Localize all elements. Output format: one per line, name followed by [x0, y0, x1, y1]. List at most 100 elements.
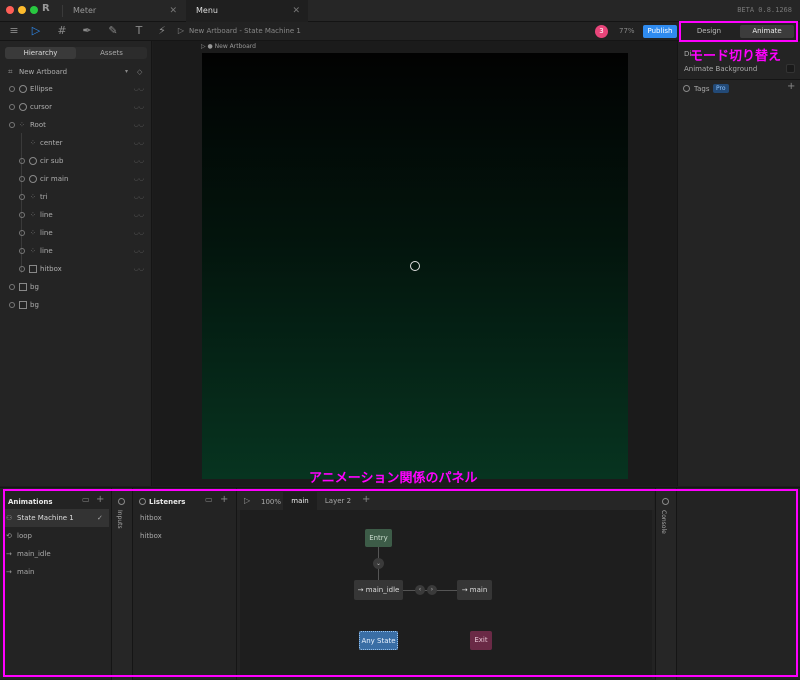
ellipse-icon — [29, 175, 37, 183]
ellipse-icon — [29, 157, 37, 165]
group-icon: ⁘ — [30, 229, 36, 237]
expand-icon[interactable] — [9, 122, 15, 128]
close-icon[interactable]: ✕ — [292, 0, 300, 22]
expand-icon[interactable] — [9, 302, 15, 308]
expand-icon[interactable] — [19, 176, 25, 182]
tag-icon[interactable]: ◇ — [137, 65, 142, 79]
item-label: line — [40, 229, 53, 237]
hierarchy-item[interactable]: ⁘ Root ◡◡ — [0, 118, 152, 132]
zoom-window-button[interactable] — [30, 6, 38, 14]
group-icon: ⁘ — [30, 139, 36, 147]
artboard-tool-icon[interactable]: # — [55, 23, 69, 39]
close-window-button[interactable] — [6, 6, 14, 14]
item-label: line — [40, 211, 53, 219]
divider — [678, 79, 800, 80]
hierarchy-item[interactable]: ⁘ line ◡◡ — [0, 208, 152, 222]
item-label: hitbox — [40, 265, 62, 273]
expand-icon[interactable] — [19, 266, 25, 272]
eye-icon[interactable]: ◡◡ — [134, 118, 144, 132]
tab-label: Menu — [196, 6, 218, 15]
select-tool-icon[interactable]: ▷ — [29, 23, 43, 39]
group-icon: ⁘ — [30, 247, 36, 255]
hierarchy-item[interactable]: ⁘ line ◡◡ — [0, 226, 152, 240]
artboard-row[interactable]: ⌗ New Artboard ▾ ◇ — [0, 65, 152, 79]
tags-label: Tags — [694, 85, 710, 93]
breadcrumb[interactable]: New Artboard - State Machine 1 — [189, 27, 301, 35]
add-tag-icon[interactable]: + — [787, 81, 795, 92]
text-tool-icon[interactable]: T — [132, 23, 146, 39]
expand-icon[interactable] — [19, 212, 25, 218]
animation-panel-annotation: アニメーション関係のパネル — [309, 471, 478, 486]
zoom-select[interactable]: 77% — [619, 27, 635, 35]
pro-tag[interactable]: Pro — [713, 84, 729, 93]
item-label: bg — [30, 283, 39, 291]
artboard-title-label[interactable]: ▷ ● New Artboard — [201, 43, 256, 50]
artboard[interactable] — [202, 53, 628, 479]
animate-background-checkbox[interactable] — [786, 64, 795, 73]
hierarchy-item[interactable]: cursor ◡◡ — [0, 100, 152, 114]
group-icon: ⁘ — [30, 193, 36, 201]
eye-icon[interactable]: ◡◡ — [134, 82, 144, 96]
pen-tool-icon[interactable]: ✒ — [80, 23, 94, 39]
tab-assets[interactable]: Assets — [76, 47, 147, 59]
tab-hierarchy[interactable]: Hierarchy — [5, 47, 76, 59]
hierarchy-item[interactable]: cir sub ◡◡ — [0, 154, 152, 168]
item-label: tri — [40, 193, 48, 201]
cursor-circle-shape[interactable] — [410, 261, 420, 271]
expand-icon[interactable] — [9, 284, 15, 290]
eye-icon[interactable]: ◡◡ — [134, 136, 144, 150]
hierarchy-item[interactable]: bg — [0, 280, 152, 294]
expand-icon[interactable] — [19, 230, 25, 236]
rive-logo-icon[interactable]: R — [42, 3, 50, 14]
close-icon[interactable]: ✕ — [169, 0, 177, 22]
shape-tool-icon[interactable]: ✎ — [106, 23, 120, 39]
expand-icon[interactable] — [683, 85, 690, 92]
item-label: cursor — [30, 103, 52, 111]
ellipse-icon — [19, 85, 27, 93]
expand-icon[interactable] — [19, 248, 25, 254]
expand-icon[interactable] — [19, 194, 25, 200]
eye-icon[interactable]: ◡◡ — [134, 262, 144, 276]
eye-icon[interactable]: ◡◡ — [134, 208, 144, 222]
hierarchy-item[interactable]: bg — [0, 298, 152, 312]
eye-icon[interactable]: ◡◡ — [134, 190, 144, 204]
animation-panel-highlight — [3, 489, 798, 677]
eye-icon[interactable]: ◡◡ — [134, 100, 144, 114]
hierarchy-item[interactable]: Ellipse ◡◡ — [0, 82, 152, 96]
publish-button[interactable]: Publish — [643, 25, 677, 38]
expand-icon[interactable] — [19, 158, 25, 164]
user-avatar[interactable]: 3 — [595, 25, 608, 38]
tab-menu[interactable]: Menu ✕ — [186, 0, 308, 22]
hierarchy-tab-bar: Hierarchy Assets — [5, 47, 147, 59]
hierarchy-item[interactable]: ⁘ line ◡◡ — [0, 244, 152, 258]
eye-icon[interactable]: ◡◡ — [134, 244, 144, 258]
hamburger-menu-icon[interactable]: ≡ — [7, 23, 21, 39]
item-label: cir main — [40, 175, 69, 183]
tab-label: Meter — [73, 6, 97, 15]
hierarchy-item[interactable]: hitbox ◡◡ — [0, 262, 152, 276]
minimize-window-button[interactable] — [18, 6, 26, 14]
tab-meter[interactable]: Meter ✕ — [63, 0, 185, 22]
eye-icon[interactable]: ◡◡ — [134, 172, 144, 186]
rectangle-icon — [19, 283, 27, 291]
hierarchy-item[interactable]: ⁘ tri ◡◡ — [0, 190, 152, 204]
artboard-name: New Artboard — [19, 68, 68, 76]
expand-icon[interactable] — [9, 104, 15, 110]
hierarchy-item[interactable]: cir main ◡◡ — [0, 172, 152, 186]
eye-icon[interactable]: ◡◡ — [134, 154, 144, 168]
chevron-down-icon[interactable]: ▾ — [125, 65, 128, 79]
expand-icon[interactable] — [9, 86, 15, 92]
play-icon[interactable]: ▷ — [174, 23, 188, 39]
bolt-tool-icon[interactable]: ⚡ — [155, 23, 169, 39]
item-label: cir sub — [40, 157, 64, 165]
title-bar: R Meter ✕ Menu ✕ BETA 0.8.1268 — [0, 0, 800, 22]
eye-icon[interactable]: ◡◡ — [134, 226, 144, 240]
rectangle-icon — [29, 265, 37, 273]
hierarchy-item[interactable]: ⁘ center ◡◡ — [0, 136, 152, 150]
mode-switch-annotation: モード切り替え — [690, 49, 782, 64]
item-label: line — [40, 247, 53, 255]
version-label: BETA 0.8.1268 — [737, 6, 792, 14]
hierarchy-panel: Hierarchy Assets ⌗ New Artboard ▾ ◇ Elli… — [0, 41, 152, 486]
ellipse-icon — [19, 103, 27, 111]
item-label: Ellipse — [30, 85, 53, 93]
